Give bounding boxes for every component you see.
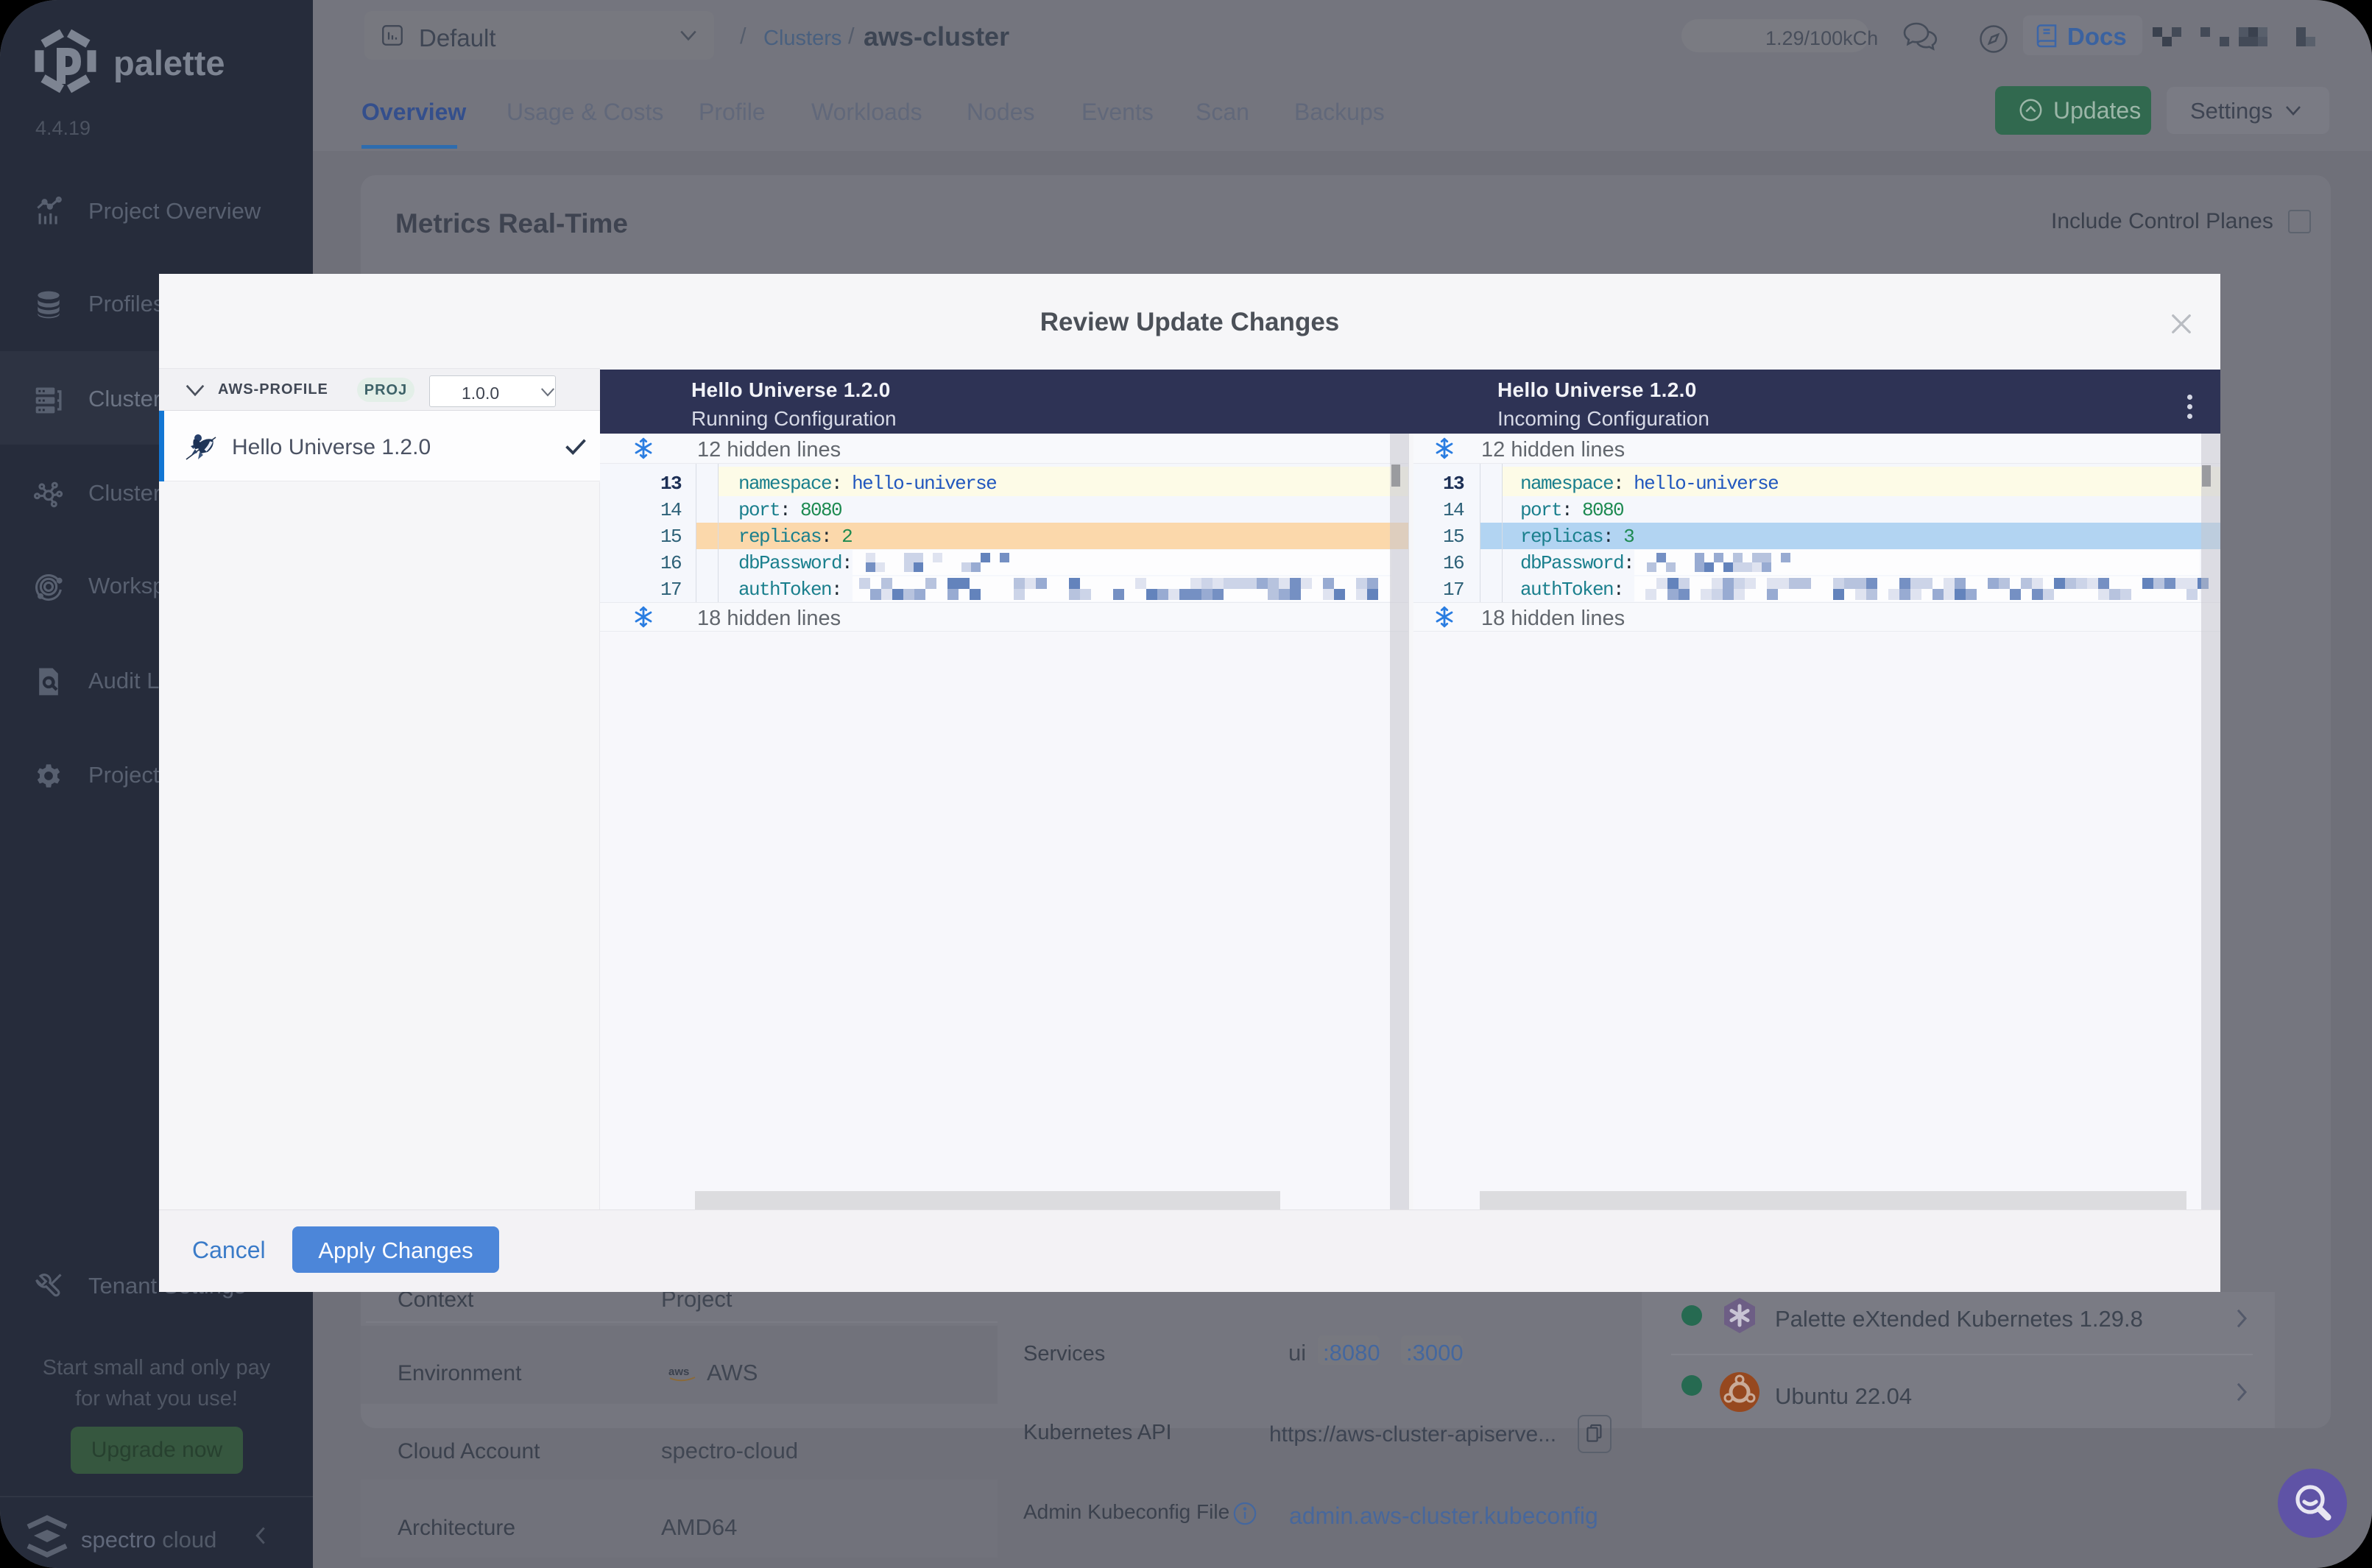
- svg-text:aws: aws: [668, 1366, 689, 1378]
